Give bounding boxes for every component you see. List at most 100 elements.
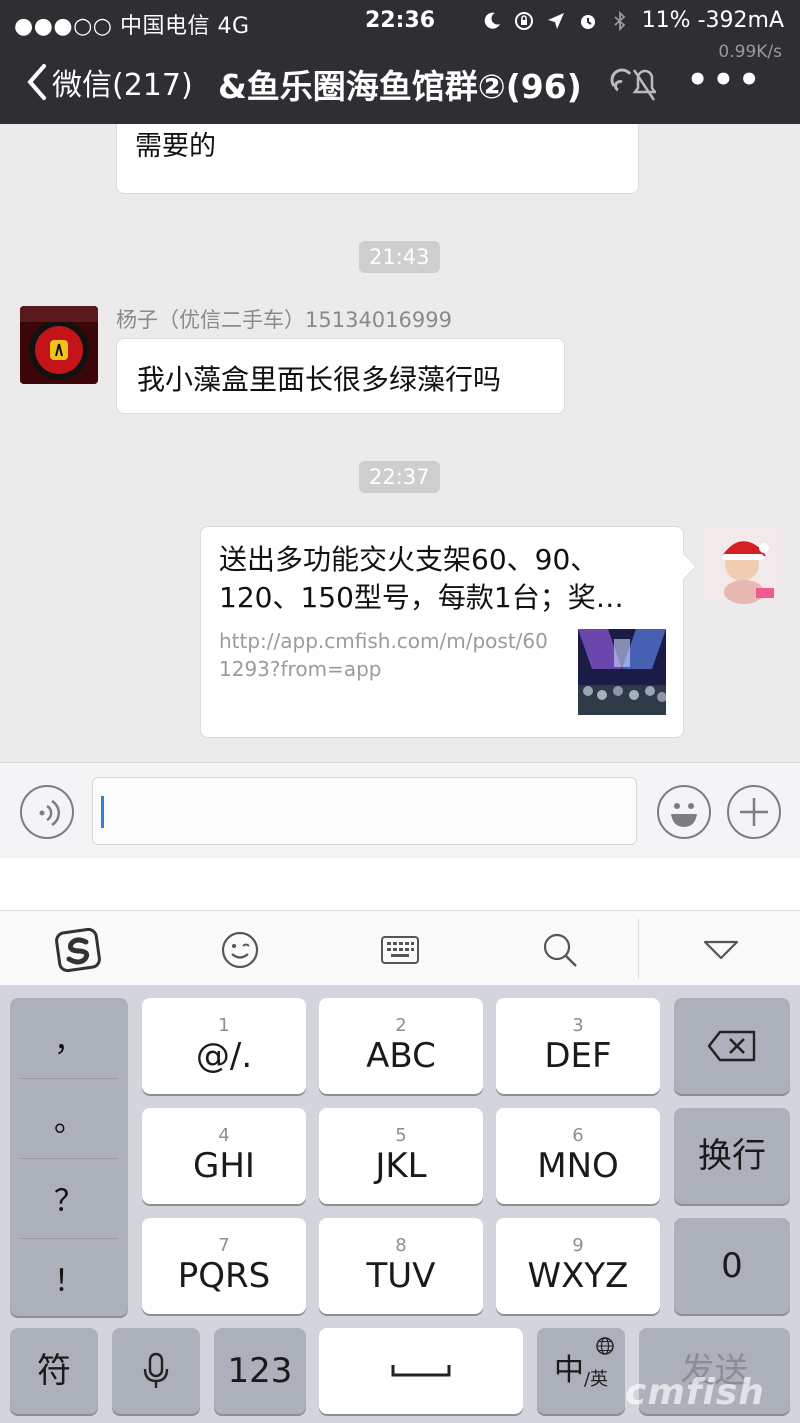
- voice-icon: [39, 799, 61, 827]
- punctuation-column[interactable]: ， 。 ？ ！: [10, 998, 128, 1316]
- message-text: 我小藻盒里面长很多绿藻行吗: [137, 363, 502, 396]
- key-6[interactable]: 6 MNO: [496, 1108, 660, 1204]
- language-label: 中: [553, 1353, 584, 1388]
- key-number: 7: [218, 1235, 230, 1256]
- key-label: MNO: [537, 1146, 619, 1186]
- globe-icon: [596, 1337, 614, 1355]
- key-number: 9: [572, 1235, 584, 1256]
- battery-label: 11% -392mA: [641, 8, 784, 33]
- backspace-key[interactable]: [674, 998, 790, 1094]
- key-9[interactable]: 9 WXYZ: [496, 1218, 660, 1314]
- status-bar: ●●●○○ 中国电信 4G 22:36 11% -392mA 0.99K/s: [0, 0, 800, 62]
- space-icon: [391, 1365, 451, 1377]
- my-avatar[interactable]: [704, 526, 782, 604]
- key-1[interactable]: 1 @/.: [142, 998, 306, 1094]
- sender-name: 杨子（优信二手车）15134016999: [116, 308, 452, 332]
- key-label: WXYZ: [527, 1256, 629, 1296]
- timestamp: 21:43: [359, 241, 440, 273]
- top-bar: ●●●○○ 中国电信 4G 22:36 11% -392mA 0.99K/s 微…: [0, 0, 800, 124]
- smiley-icon: [671, 803, 697, 827]
- timestamp: 22:37: [359, 461, 440, 493]
- mic-key[interactable]: [112, 1328, 200, 1414]
- key-number: 6: [572, 1125, 584, 1146]
- symbols-key[interactable]: 符: [10, 1328, 98, 1414]
- key-label: JKL: [375, 1146, 427, 1186]
- punct-question-key[interactable]: ？: [10, 1158, 128, 1238]
- punct-period-key[interactable]: 。: [10, 1078, 128, 1158]
- ime-toolbar: [0, 910, 800, 986]
- message-input[interactable]: [92, 777, 637, 845]
- rotation-lock-icon: [514, 11, 533, 30]
- partial-message-text: 需要的: [135, 131, 216, 162]
- location-arrow-icon: [547, 12, 564, 29]
- input-bar: [0, 762, 800, 858]
- search-icon[interactable]: [535, 925, 585, 975]
- language-text: 中 /英: [554, 1351, 608, 1391]
- plus-icon: [740, 798, 768, 826]
- key-label: GHI: [193, 1146, 255, 1186]
- microphone-icon: [143, 1352, 169, 1388]
- keyboard-icon[interactable]: [375, 925, 425, 975]
- link-thumbnail: [578, 629, 666, 715]
- space-key[interactable]: [319, 1328, 523, 1414]
- key-number: 3: [572, 1015, 584, 1036]
- message-bubble-partial[interactable]: 需要的: [116, 124, 639, 194]
- keyboard-spacer: [0, 858, 800, 910]
- steering-wheel-avatar-icon: [20, 306, 98, 384]
- partial-line-cut: [135, 124, 620, 129]
- key-8[interactable]: 8 TUV: [319, 1218, 483, 1314]
- key-5[interactable]: 5 JKL: [319, 1108, 483, 1204]
- emoji-button[interactable]: [657, 785, 711, 839]
- key-label: @/.: [195, 1036, 253, 1076]
- key-number: 4: [218, 1125, 230, 1146]
- ime-divider: [638, 919, 639, 979]
- language-sub-label: /英: [583, 1369, 609, 1390]
- key-7[interactable]: 7 PQRS: [142, 1218, 306, 1314]
- chat-area[interactable]: 需要的 21:43 杨子（优信二手车）15134016999 我小藻盒里面长很多…: [0, 124, 800, 762]
- bluetooth-icon: [614, 10, 625, 31]
- link-url: http://app.cmfish.com/m/post/601293?from…: [219, 629, 548, 681]
- key-2[interactable]: 2 ABC: [319, 998, 483, 1094]
- key-number: 2: [395, 1015, 407, 1036]
- voice-button[interactable]: [20, 785, 74, 839]
- keyboard: ， 。 ？ ！ 1 @/. 2 ABC 3 DEF 4 GHI 5 JKL 6 …: [0, 986, 800, 1423]
- text-caret: [101, 796, 104, 828]
- key-number: 8: [395, 1235, 407, 1256]
- nav-bar: 微信(217) &鱼乐圈海鱼馆群②(96) •••: [0, 50, 800, 116]
- back-button[interactable]: 微信(217): [24, 60, 193, 104]
- avatar[interactable]: [20, 306, 98, 384]
- newline-label: 换行: [698, 1136, 766, 1176]
- mute-notification-icon: [610, 68, 656, 101]
- status-right: 11% -392mA: [482, 8, 784, 33]
- chevron-left-icon: [27, 64, 46, 100]
- chat-title: &鱼乐圈海鱼馆群②(96): [218, 67, 582, 106]
- link-card[interactable]: 送出多功能交火支架60、90、120、150型号，每款1台；奖… http://…: [200, 526, 684, 738]
- key-label: DEF: [544, 1036, 612, 1076]
- alarm-icon: [580, 14, 595, 29]
- num-label: 123: [227, 1351, 293, 1391]
- key-4[interactable]: 4 GHI: [142, 1108, 306, 1204]
- link-title: 送出多功能交火支架60、90、120、150型号，每款1台；奖…: [219, 543, 624, 614]
- collapse-triangle-icon[interactable]: [696, 925, 746, 975]
- plus-button[interactable]: [727, 785, 781, 839]
- watermark: cmfish: [625, 1372, 765, 1413]
- newline-key[interactable]: 换行: [674, 1108, 790, 1204]
- key-3[interactable]: 3 DEF: [496, 998, 660, 1094]
- more-button[interactable]: •••: [687, 60, 764, 100]
- key-label: TUV: [366, 1256, 436, 1296]
- punct-exclaim-key[interactable]: ！: [10, 1238, 128, 1318]
- back-label: 微信(217): [52, 68, 193, 103]
- language-key[interactable]: 中 /英: [537, 1328, 625, 1414]
- key-label: 0: [721, 1246, 743, 1286]
- backspace-icon: [707, 1030, 756, 1062]
- num-key[interactable]: 123: [214, 1328, 306, 1414]
- message-bubble[interactable]: 我小藻盒里面长很多绿藻行吗: [116, 338, 565, 414]
- key-number: 5: [395, 1125, 407, 1146]
- symbols-label: 符: [37, 1351, 71, 1391]
- moon-icon: [484, 12, 500, 29]
- key-0[interactable]: 0: [674, 1218, 790, 1314]
- punct-comma-key[interactable]: ，: [10, 998, 128, 1078]
- sogou-logo-icon[interactable]: [54, 925, 104, 975]
- baby-avatar-icon: [704, 526, 782, 604]
- emoji-face-icon[interactable]: [215, 925, 265, 975]
